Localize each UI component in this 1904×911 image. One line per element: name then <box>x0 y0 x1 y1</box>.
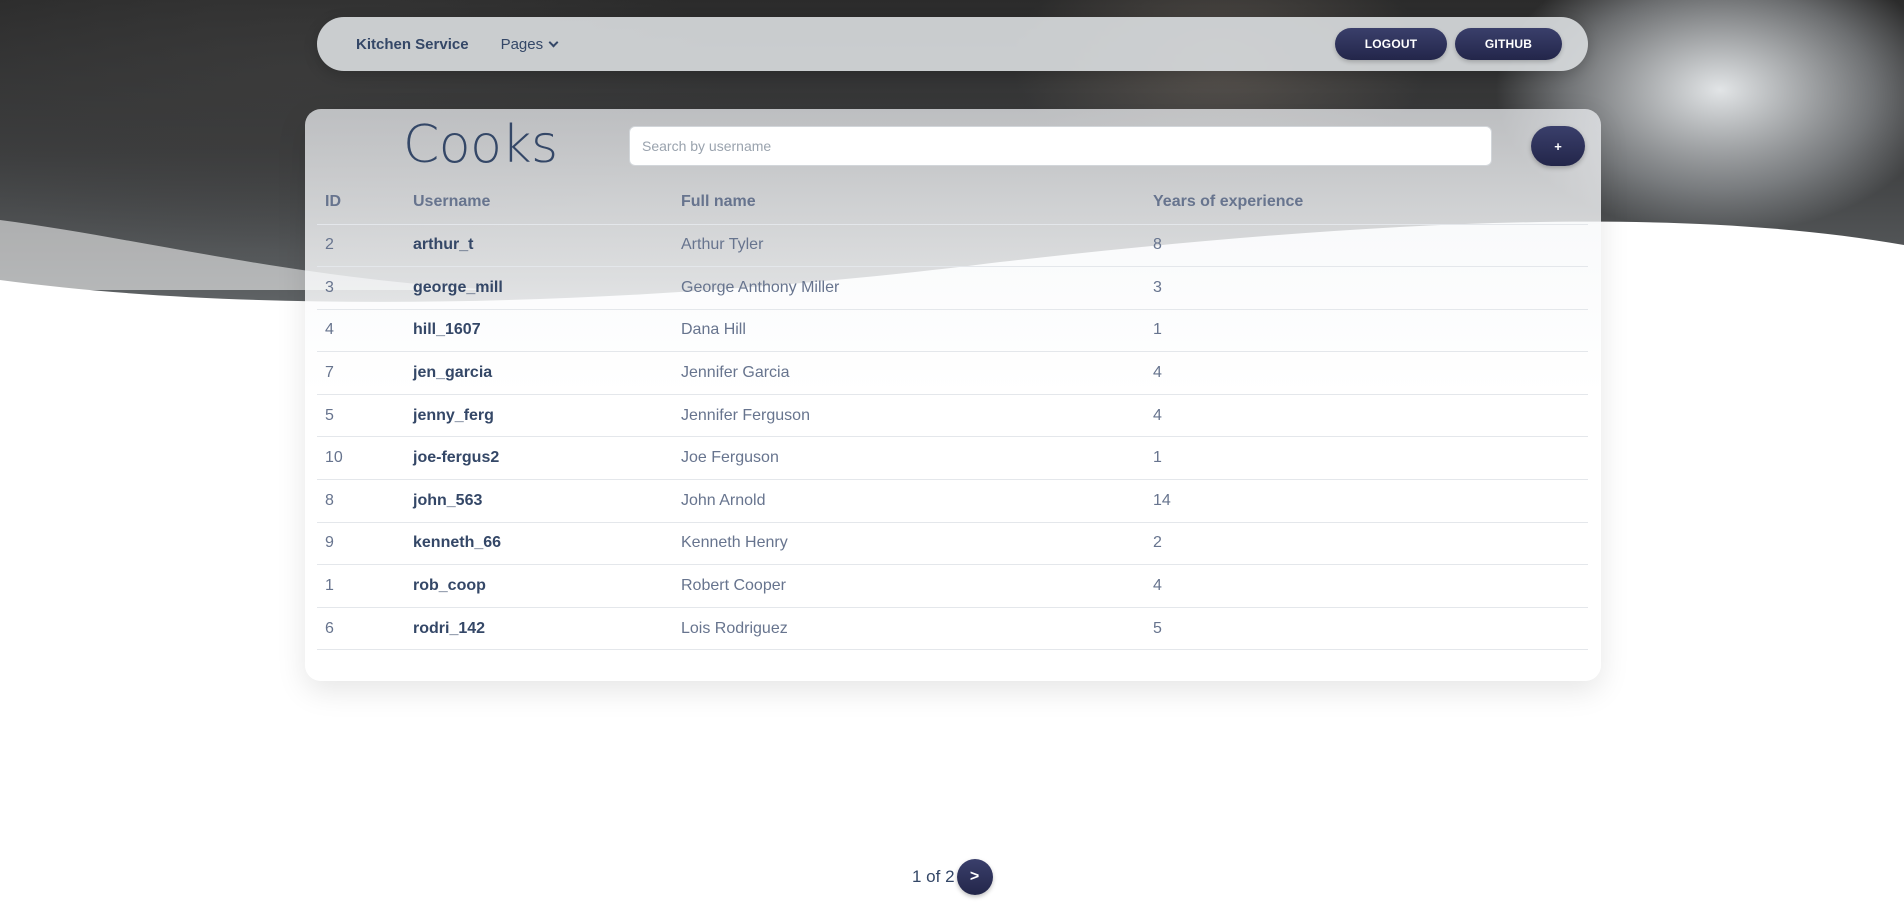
cook-id: 6 <box>317 607 405 651</box>
next-page-button[interactable]: > <box>956 859 993 895</box>
cook-experience: 1 <box>1145 436 1588 481</box>
cook-id: 1 <box>317 564 405 608</box>
cook-username-link[interactable]: george_mill <box>405 266 673 310</box>
cooks-card: Cooks + ID Username Full name Years of e… <box>305 109 1601 681</box>
pages-dropdown[interactable]: Pages <box>500 35 559 53</box>
search-input[interactable] <box>629 126 1492 166</box>
table-row: 9 kenneth_66 Kenneth Henry 2 <box>317 522 1588 566</box>
cook-full-name: Arthur Tyler <box>673 224 1145 268</box>
table-row: 8 john_563 John Arnold 14 <box>317 479 1588 523</box>
table-header-row: ID Username Full name Years of experienc… <box>317 181 1588 225</box>
table-row: 4 hill_1607 Dana Hill 1 <box>317 309 1588 353</box>
cook-username-link[interactable]: john_563 <box>405 479 673 523</box>
cook-id: 8 <box>317 479 405 523</box>
cook-id: 5 <box>317 394 405 438</box>
cook-experience: 4 <box>1145 351 1588 395</box>
chevron-down-icon <box>548 37 559 47</box>
column-header-experience: Years of experience <box>1145 181 1588 225</box>
cook-experience: 1 <box>1145 309 1588 353</box>
cook-username-link[interactable]: hill_1607 <box>405 309 673 353</box>
column-header-username: Username <box>405 181 673 225</box>
table-body: 2 arthur_t Arthur Tyler 8 3 george_mill … <box>317 224 1588 651</box>
column-header-id: ID <box>317 181 405 225</box>
cook-experience: 4 <box>1145 394 1588 438</box>
column-header-full-name: Full name <box>673 181 1145 225</box>
table-row: 7 jen_garcia Jennifer Garcia 4 <box>317 351 1588 395</box>
pages-dropdown-label: Pages <box>500 35 544 53</box>
cook-username-link[interactable]: jenny_ferg <box>405 394 673 438</box>
add-cook-button[interactable]: + <box>1531 126 1585 166</box>
cook-experience: 3 <box>1145 266 1588 310</box>
pagination-status: 1 of 2 <box>912 867 955 886</box>
cook-full-name: Jennifer Ferguson <box>673 394 1145 438</box>
cook-full-name: Jennifer Garcia <box>673 351 1145 395</box>
cook-username-link[interactable]: joe-fergus2 <box>405 436 673 481</box>
github-button[interactable]: GITHUB <box>1455 28 1562 60</box>
brand-link[interactable]: Kitchen Service <box>356 36 469 53</box>
table-row: 2 arthur_t Arthur Tyler 8 <box>317 224 1588 268</box>
cook-id: 7 <box>317 351 405 395</box>
cook-experience: 4 <box>1145 564 1588 608</box>
logout-button[interactable]: LOGOUT <box>1335 28 1447 60</box>
cook-full-name: John Arnold <box>673 479 1145 523</box>
cook-id: 2 <box>317 224 405 268</box>
cook-full-name: Kenneth Henry <box>673 522 1145 566</box>
table-row: 5 jenny_ferg Jennifer Ferguson 4 <box>317 394 1588 438</box>
cook-experience: 5 <box>1145 607 1588 651</box>
cook-full-name: Dana Hill <box>673 309 1145 353</box>
table-row: 3 george_mill George Anthony Miller 3 <box>317 266 1588 310</box>
page-title: Cooks <box>403 115 558 175</box>
cook-username-link[interactable]: rodri_142 <box>405 607 673 651</box>
table-row: 6 rodri_142 Lois Rodriguez 5 <box>317 607 1588 651</box>
cook-full-name: George Anthony Miller <box>673 266 1145 310</box>
cooks-table: ID Username Full name Years of experienc… <box>317 181 1588 651</box>
cook-username-link[interactable]: jen_garcia <box>405 351 673 395</box>
cook-id: 9 <box>317 522 405 566</box>
cook-username-link[interactable]: rob_coop <box>405 564 673 608</box>
cook-username-link[interactable]: kenneth_66 <box>405 522 673 566</box>
table-row: 10 joe-fergus2 Joe Ferguson 1 <box>317 436 1588 481</box>
cook-full-name: Joe Ferguson <box>673 436 1145 481</box>
cook-id: 3 <box>317 266 405 310</box>
cook-id: 10 <box>317 436 405 481</box>
cook-experience: 8 <box>1145 224 1588 268</box>
cook-username-link[interactable]: arthur_t <box>405 224 673 268</box>
cook-experience: 2 <box>1145 522 1588 566</box>
pagination: 1 of 2 > <box>912 859 993 895</box>
cook-experience: 14 <box>1145 479 1588 523</box>
table-row: 1 rob_coop Robert Cooper 4 <box>317 564 1588 608</box>
cook-id: 4 <box>317 309 405 353</box>
table-header: ID Username Full name Years of experienc… <box>317 181 1588 225</box>
top-navbar: Kitchen Service Pages LOGOUT GITHUB <box>317 17 1588 71</box>
cook-full-name: Lois Rodriguez <box>673 607 1145 651</box>
cook-full-name: Robert Cooper <box>673 564 1145 608</box>
